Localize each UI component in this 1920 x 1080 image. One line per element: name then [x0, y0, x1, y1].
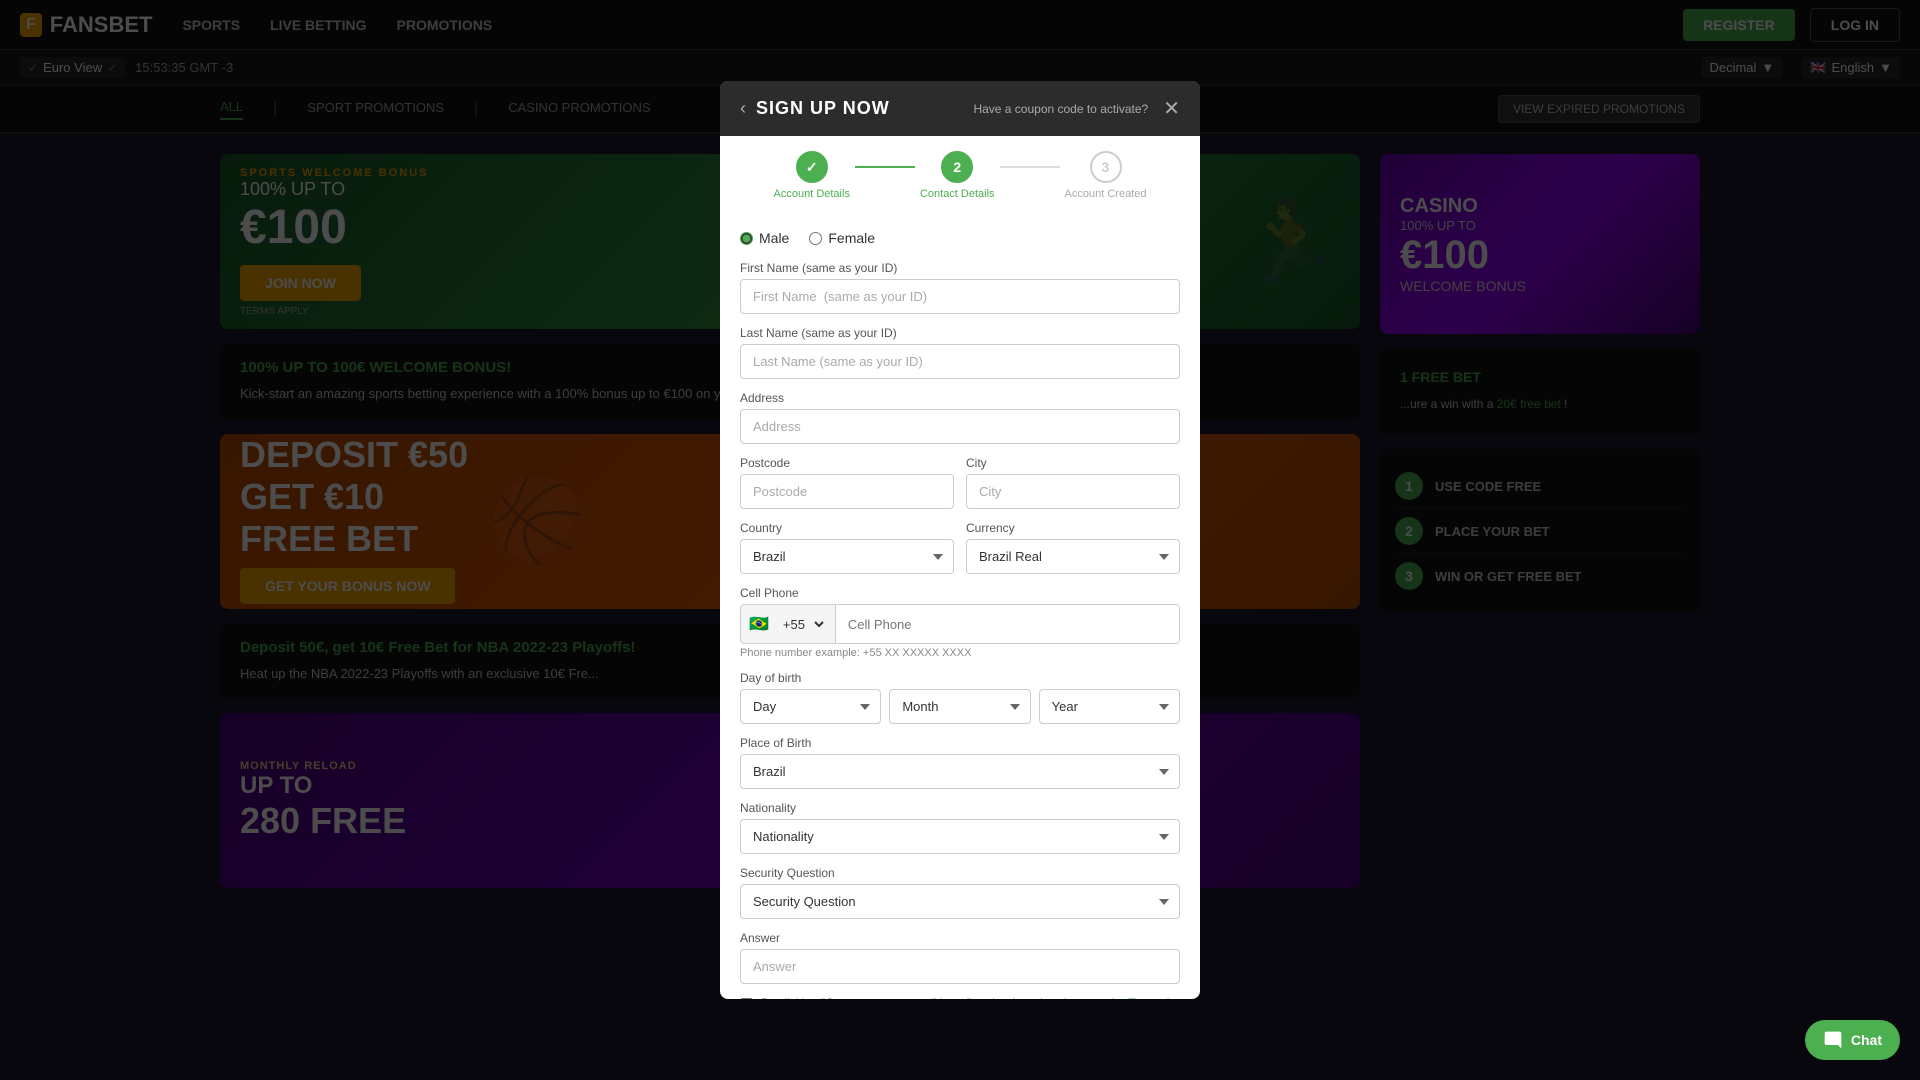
modal-back-button[interactable]: ‹	[740, 98, 746, 119]
gender-female-label[interactable]: Female	[809, 230, 875, 246]
step-circle-2: 2	[941, 151, 973, 183]
phone-flag: 🇧🇷 +55	[741, 605, 836, 643]
phone-group: Cell Phone 🇧🇷 +55 Phone number example: …	[740, 586, 1180, 659]
last-name-group: Last Name (same as your ID)	[740, 326, 1180, 379]
gender-female-text: Female	[828, 230, 875, 246]
currency-group: Currency Brazil Real	[966, 521, 1180, 574]
step-circle-3: 3	[1090, 151, 1122, 183]
city-input[interactable]	[966, 474, 1180, 509]
currency-label: Currency	[966, 521, 1180, 535]
step-connector-2	[1000, 166, 1060, 168]
signup-modal: ‹ SIGN UP NOW Have a coupon code to acti…	[720, 81, 1200, 999]
step-circle-1: ✓	[796, 151, 828, 183]
city-group: City	[966, 456, 1180, 509]
security-question-select[interactable]: Security Question	[740, 884, 1180, 919]
dob-day-select[interactable]: Day	[740, 689, 881, 724]
dob-group: Day of birth Day Month Year	[740, 671, 1180, 724]
gender-male-radio[interactable]	[740, 232, 753, 245]
first-name-label: First Name (same as your ID)	[740, 261, 1180, 275]
answer-group: Answer	[740, 931, 1180, 984]
phone-row: 🇧🇷 +55	[740, 604, 1180, 644]
terms-text: By clicking "Create new account" I confi…	[761, 996, 1180, 999]
postcode-input[interactable]	[740, 474, 954, 509]
postcode-city-row: Postcode City	[740, 456, 1180, 521]
modal-overlay[interactable]: ‹ SIGN UP NOW Have a coupon code to acti…	[0, 0, 1920, 1080]
address-input[interactable]	[740, 409, 1180, 444]
modal-body: Male Female First Name (same as your ID)…	[720, 215, 1200, 999]
address-group: Address	[740, 391, 1180, 444]
country-currency-row: Country Brazil Currency Brazil Real	[740, 521, 1180, 586]
phone-code-select[interactable]: +55	[774, 616, 827, 633]
nationality-select[interactable]: Nationality	[740, 819, 1180, 854]
last-name-input[interactable]	[740, 344, 1180, 379]
country-select[interactable]: Brazil	[740, 539, 954, 574]
modal-title: SIGN UP NOW	[756, 98, 890, 119]
step-indicator-1: ✓ Account Details	[774, 151, 850, 200]
gender-female-radio[interactable]	[809, 232, 822, 245]
place-birth-label: Place of Birth	[740, 736, 1180, 750]
chat-button[interactable]: Chat	[1805, 1020, 1900, 1060]
first-name-group: First Name (same as your ID)	[740, 261, 1180, 314]
dob-label: Day of birth	[740, 671, 1180, 685]
currency-select[interactable]: Brazil Real	[966, 539, 1180, 574]
answer-label: Answer	[740, 931, 1180, 945]
brazil-flag-icon: 🇧🇷	[749, 614, 769, 634]
postcode-group: Postcode	[740, 456, 954, 509]
postcode-label: Postcode	[740, 456, 954, 470]
security-question-label: Security Question	[740, 866, 1180, 880]
phone-label: Cell Phone	[740, 586, 1180, 600]
first-name-input[interactable]	[740, 279, 1180, 314]
address-label: Address	[740, 391, 1180, 405]
country-group: Country Brazil	[740, 521, 954, 574]
gender-male-text: Male	[759, 230, 789, 246]
chat-bubble-icon	[1823, 1030, 1843, 1050]
dob-row: Day Month Year	[740, 689, 1180, 724]
modal-header: ‹ SIGN UP NOW Have a coupon code to acti…	[720, 81, 1200, 136]
phone-hint: Phone number example: +55 XX XXXXX XXXX	[740, 647, 1180, 659]
step-label-3: Account Created	[1065, 188, 1147, 200]
security-question-group: Security Question Security Question	[740, 866, 1180, 919]
terms-checkbox[interactable]	[740, 998, 753, 999]
place-birth-group: Place of Birth Brazil	[740, 736, 1180, 789]
step-connector-1	[855, 166, 915, 168]
terms-checkbox-row: By clicking "Create new account" I confi…	[740, 996, 1180, 999]
step-indicator-2: 2 Contact Details	[920, 151, 995, 200]
place-birth-select[interactable]: Brazil	[740, 754, 1180, 789]
country-label: Country	[740, 521, 954, 535]
city-label: City	[966, 456, 1180, 470]
nationality-label: Nationality	[740, 801, 1180, 815]
last-name-label: Last Name (same as your ID)	[740, 326, 1180, 340]
nationality-group: Nationality Nationality	[740, 801, 1180, 854]
steps-indicator: ✓ Account Details 2 Contact Details 3 Ac…	[720, 136, 1200, 215]
step-label-1: Account Details	[774, 188, 850, 200]
dob-month-select[interactable]: Month	[889, 689, 1030, 724]
step-label-2: Contact Details	[920, 188, 995, 200]
gender-male-label[interactable]: Male	[740, 230, 789, 246]
answer-input[interactable]	[740, 949, 1180, 984]
gender-selection: Male Female	[740, 230, 1180, 246]
chat-label: Chat	[1851, 1032, 1882, 1048]
phone-input[interactable]	[836, 605, 1179, 643]
step-indicator-3: 3 Account Created	[1065, 151, 1147, 200]
modal-close-button[interactable]: ✕	[1163, 96, 1180, 121]
coupon-link[interactable]: Have a coupon code to activate?	[973, 102, 1148, 116]
dob-year-select[interactable]: Year	[1039, 689, 1180, 724]
